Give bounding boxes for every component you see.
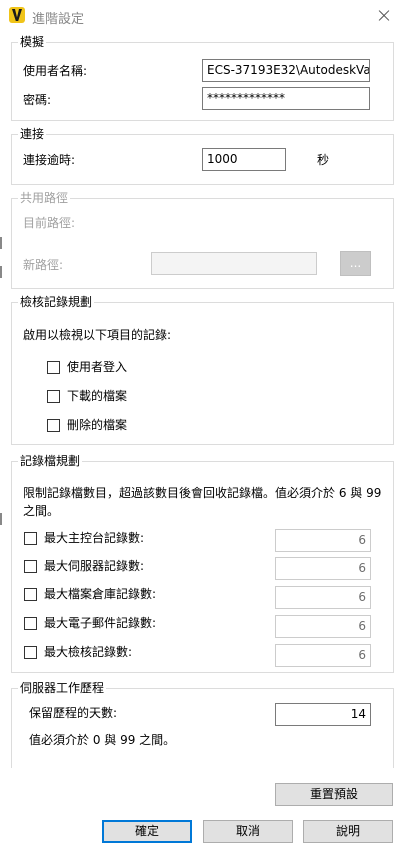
max-audit-logs-checkbox[interactable]: [24, 646, 37, 659]
close-icon[interactable]: [360, 0, 406, 32]
downloaded-files-checkbox[interactable]: [47, 390, 60, 403]
history-days-label: 保留歷程的天數:: [29, 706, 118, 720]
max-vault-logs-checkbox[interactable]: [24, 588, 37, 601]
window-title: 進階設定: [32, 12, 85, 27]
max-audit-logs-label: 最大檢核記錄數:: [44, 645, 133, 659]
shared-path-group: [11, 198, 394, 289]
reset-defaults-button[interactable]: 重置預設: [275, 783, 393, 806]
window-edge-mark: [0, 237, 2, 249]
max-email-logs-checkbox[interactable]: [24, 617, 37, 630]
new-path-field[interactable]: [151, 252, 317, 275]
max-email-logs-field[interactable]: 6: [275, 615, 371, 638]
job-history-group: [11, 688, 394, 768]
window-edge-mark: [0, 266, 2, 278]
max-audit-logs-field[interactable]: 6: [275, 644, 371, 667]
cancel-button[interactable]: 取消: [203, 820, 293, 843]
ok-button[interactable]: 確定: [102, 820, 192, 843]
max-email-logs-label: 最大電子郵件記錄數:: [44, 616, 157, 630]
max-vault-logs-label: 最大檔案倉庫記錄數:: [44, 587, 157, 601]
username-field[interactable]: ECS-37193E32\AutodeskVault: [202, 59, 370, 82]
password-label: 密碼:: [23, 93, 52, 107]
password-field[interactable]: *************: [202, 87, 370, 110]
timeout-label: 連接逾時:: [23, 153, 76, 167]
downloaded-files-label: 下載的檔案: [67, 389, 128, 403]
new-path-label: 新路徑:: [23, 258, 64, 272]
deleted-files-label: 刪除的檔案: [67, 418, 128, 432]
max-server-logs-checkbox[interactable]: [24, 560, 37, 573]
window-edge-mark: [0, 513, 2, 525]
job-history-legend: 伺服器工作歷程: [18, 681, 107, 695]
audit-legend: 檢核記錄規劃: [18, 295, 95, 309]
timeout-unit: 秒: [317, 153, 330, 167]
user-login-label: 使用者登入: [67, 360, 128, 374]
deleted-files-checkbox[interactable]: [47, 419, 60, 432]
audit-intro: 啟用以檢視以下項目的記錄:: [23, 328, 172, 342]
max-vault-logs-field[interactable]: 6: [275, 586, 371, 609]
history-days-field[interactable]: 14: [275, 703, 371, 726]
log-legend: 記錄檔規劃: [18, 454, 83, 468]
impersonation-legend: 模擬: [18, 35, 47, 49]
vault-app-icon: [9, 7, 25, 23]
title-bar: 進階設定: [0, 0, 406, 32]
log-intro: 限制記錄檔數目，超過該數目後會回收記錄檔。值必須介於 6 與 99 之間。: [23, 486, 382, 518]
shared-path-legend: 共用路徑: [18, 191, 71, 205]
max-console-logs-field[interactable]: 6: [275, 529, 371, 552]
max-server-logs-label: 最大伺服器記錄數:: [44, 559, 145, 573]
help-button[interactable]: 說明: [303, 820, 393, 843]
timeout-field[interactable]: 1000: [202, 148, 286, 171]
browse-button[interactable]: ...: [340, 251, 371, 276]
max-console-logs-checkbox[interactable]: [24, 532, 37, 545]
username-label: 使用者名稱:: [23, 64, 88, 78]
max-console-logs-label: 最大主控台記錄數:: [44, 531, 145, 545]
current-path-label: 目前路徑:: [23, 216, 76, 230]
user-login-checkbox[interactable]: [47, 361, 60, 374]
max-server-logs-field[interactable]: 6: [275, 557, 371, 580]
history-note: 值必須介於 0 與 99 之間。: [29, 733, 176, 747]
connection-legend: 連接: [18, 127, 47, 141]
